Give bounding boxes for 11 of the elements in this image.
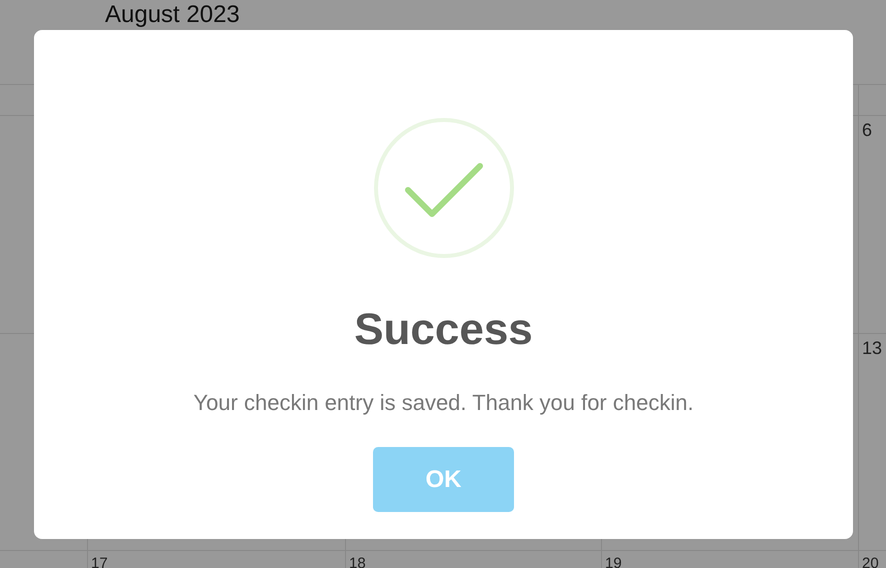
- checkmark-icon: [372, 116, 516, 260]
- day-number: 18: [349, 556, 366, 568]
- dialog-message: Your checkin entry is saved. Thank you for checkin.: [193, 389, 694, 417]
- month-title: August 2023: [105, 1, 240, 29]
- day-number: 17: [91, 556, 108, 568]
- day-number: 6: [862, 120, 872, 140]
- day-number: 13: [862, 338, 882, 358]
- ok-button[interactable]: OK: [373, 447, 514, 512]
- day-number: 20: [862, 556, 879, 568]
- dialog-title: Success: [354, 304, 533, 356]
- day-number: 19: [605, 556, 622, 568]
